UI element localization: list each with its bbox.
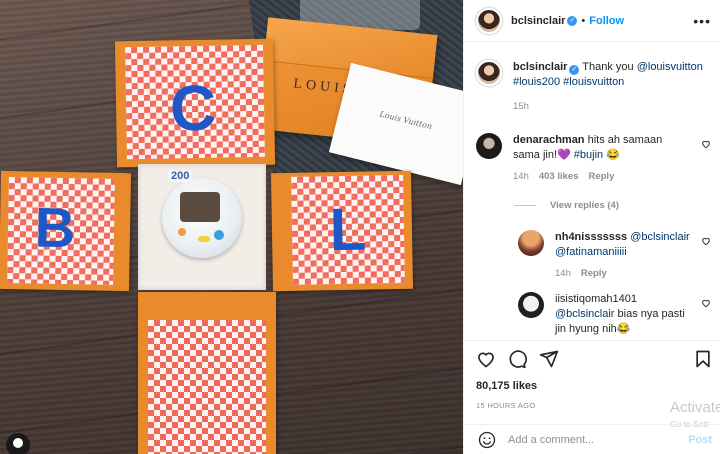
letter-b: B [34, 195, 76, 260]
add-comment-bar: Post [464, 424, 720, 454]
reply-avatar[interactable] [518, 230, 544, 256]
heart-outline-icon[interactable] [701, 298, 711, 308]
box-flap-bottom [138, 292, 276, 454]
comment-likes[interactable]: 403 likes [539, 171, 579, 182]
paper-plane-icon[interactable] [539, 349, 559, 369]
heart-outline-icon[interactable] [701, 236, 711, 246]
comment-hashtag[interactable]: #bujin [574, 149, 603, 161]
comment: denarachman hits ah samaan sama jin!💜 #b… [476, 133, 711, 184]
box-flap-top: C [114, 38, 276, 168]
comment-time: 14h [513, 171, 529, 182]
reply-body: nh4nisssssss @bclsinclair @fatinamaniiii… [555, 230, 711, 281]
instagram-post-view: LOUIS Louis Vuitton C B L 200 bclsinclai… [0, 0, 720, 454]
comment-body: denarachman hits ah samaan sama jin!💜 #b… [513, 133, 711, 184]
checker-panel-bottom [148, 320, 266, 454]
post-sidebar: bclsinclair ✓ • Follow ••• bclsinclair ✓ … [463, 0, 720, 454]
reply-mention[interactable]: @fatinamaniiiii [555, 246, 627, 258]
cake-decoration-orange [178, 228, 186, 236]
view-replies-button[interactable]: View replies (4) [514, 200, 619, 211]
comments-list: bclsinclair ✓ Thank you @louisvuitton #lo… [464, 42, 720, 340]
reply-button[interactable]: Reply [581, 268, 607, 279]
reply-button[interactable]: Reply [588, 171, 614, 182]
cake-decoration-yellow [198, 236, 210, 242]
more-options-icon[interactable]: ••• [693, 13, 711, 29]
box-flap-right: L [270, 170, 414, 292]
author-avatar[interactable] [476, 7, 502, 34]
letter-c: C [169, 71, 217, 145]
follow-button[interactable]: Follow [589, 15, 624, 27]
verified-badge-icon: ✓ [567, 15, 578, 26]
cake-number: 200 [168, 170, 193, 182]
reply-meta: 14h Reply [555, 266, 691, 281]
view-replies-label: View replies (4) [550, 200, 619, 211]
heart-outline-icon[interactable] [476, 349, 496, 369]
reply-mention[interactable]: @bclsinclair [630, 231, 689, 243]
caption-username[interactable]: bclsinclair [513, 61, 567, 73]
reply-username[interactable]: iisistiqomah1401 [555, 293, 637, 305]
caption-mention[interactable]: @louisvuitton [637, 61, 703, 73]
post-timestamp[interactable]: 15 HOURS AGO [476, 401, 535, 410]
card-script: Louis Vuitton [378, 109, 434, 132]
heart-outline-icon[interactable] [701, 139, 711, 149]
tagged-user-icon[interactable] [6, 433, 30, 454]
post-photo[interactable]: LOUIS Louis Vuitton C B L 200 [0, 0, 463, 454]
reply-avatar[interactable] [518, 292, 544, 318]
mini-cake: 200 [162, 170, 242, 258]
action-bar [464, 340, 720, 376]
activation-watermark: Activate [670, 399, 720, 416]
bookmark-icon[interactable] [693, 349, 713, 369]
header-info: bclsinclair ✓ • Follow [511, 15, 624, 27]
comment-bubble-icon[interactable] [507, 349, 527, 369]
emoji-icon[interactable] [478, 431, 496, 449]
caption-text: Thank you [582, 61, 637, 73]
reply-username[interactable]: nh4nisssssss [555, 231, 627, 243]
reply-time: 14h [555, 268, 571, 279]
post-comment-button[interactable]: Post [688, 434, 712, 446]
caption: bclsinclair ✓ Thank you @louisvuitton #lo… [476, 60, 711, 114]
reply-body: iisistiqomah1401 @bclsinclair bias nya p… [555, 292, 711, 337]
caption-hashtags[interactable]: #louis200 #louisvuitton [513, 76, 624, 88]
separator-dot: • [581, 14, 586, 27]
caption-body: bclsinclair ✓ Thank you @louisvuitton #lo… [513, 60, 711, 114]
comment-emoji: 😂 [606, 149, 620, 161]
reply-mention[interactable]: @bclsinclair [555, 308, 614, 320]
reply: nh4nisssssss @bclsinclair @fatinamaniiii… [518, 230, 711, 281]
cake-decoration-blue [214, 230, 224, 240]
caption-avatar[interactable] [476, 60, 502, 86]
letter-l: L [329, 195, 367, 264]
comment-emoji: 💜 [557, 149, 571, 161]
caption-time: 15h [513, 101, 529, 112]
add-comment-input[interactable] [508, 433, 658, 446]
comment-meta: 14h 403 likes Reply [513, 169, 691, 184]
commenter-avatar[interactable] [476, 133, 502, 159]
comment-username[interactable]: denarachman [513, 134, 585, 146]
cake-topper [180, 192, 220, 222]
author-username[interactable]: bclsinclair [511, 15, 565, 27]
post-header: bclsinclair ✓ • Follow ••• [464, 0, 720, 42]
like-count[interactable]: 80,175 likes [476, 380, 537, 392]
caption-meta: 15h [513, 99, 711, 114]
verified-badge-icon: ✓ [569, 65, 580, 75]
reply-emoji: 😂 [616, 323, 631, 335]
box-flap-left: B [0, 170, 132, 292]
reply: iisistiqomah1401 @bclsinclair bias nya p… [518, 292, 711, 337]
